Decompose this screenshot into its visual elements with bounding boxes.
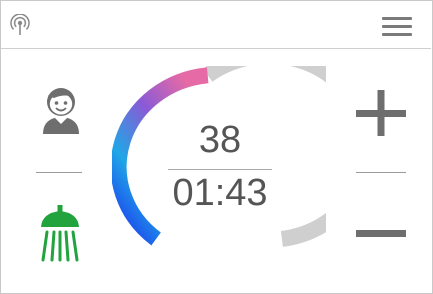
temperature-dial [112, 66, 326, 247]
header-divider [0, 48, 431, 49]
temperature-value: 38 [198, 119, 242, 161]
right-divider [356, 172, 406, 173]
minus-icon[interactable] [356, 224, 406, 242]
user-icon[interactable] [40, 84, 82, 136]
signal-icon [10, 14, 30, 35]
menu-icon[interactable] [382, 17, 412, 39]
plus-icon[interactable] [356, 90, 406, 136]
timer-value: 01:43 [172, 172, 268, 214]
left-divider [36, 172, 82, 173]
shower-icon[interactable] [38, 205, 82, 265]
top-bar [0, 0, 431, 48]
